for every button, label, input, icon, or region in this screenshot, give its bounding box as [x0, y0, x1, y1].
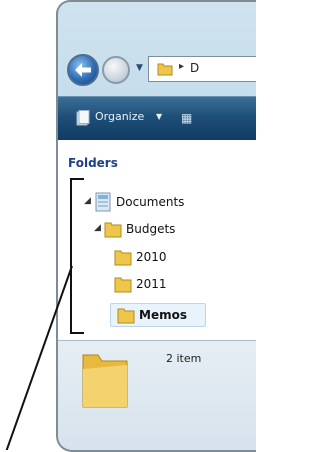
callout-leader-line: [5, 265, 73, 450]
